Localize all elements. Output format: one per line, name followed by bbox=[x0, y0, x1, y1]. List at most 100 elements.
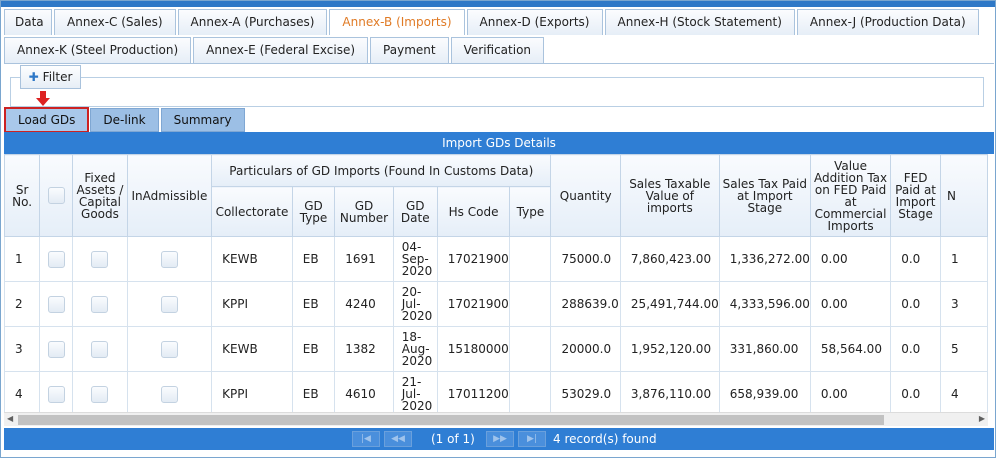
horizontal-scrollbar[interactable]: ◀ ▶ bbox=[4, 412, 988, 426]
tab-payment[interactable]: Payment bbox=[370, 37, 449, 63]
cell-type bbox=[509, 281, 552, 327]
inadmissible-cell bbox=[126, 236, 213, 282]
inadmissible-cell bbox=[126, 371, 213, 412]
cell-quantity: 20000.0 bbox=[550, 326, 621, 372]
col-select-all[interactable] bbox=[39, 154, 74, 237]
row-select-cell bbox=[39, 371, 74, 412]
tab-data[interactable]: Data bbox=[4, 9, 52, 35]
next-page-button[interactable]: ▶▶ bbox=[486, 431, 514, 447]
cell-last: 5 bbox=[939, 326, 988, 372]
scroll-right-icon[interactable]: ▶ bbox=[979, 414, 985, 423]
cell-collectorate: KPPI bbox=[211, 281, 293, 327]
cell-collectorate: KPPI bbox=[211, 371, 293, 412]
fixed-assets-checkbox[interactable] bbox=[91, 340, 109, 358]
tab-annex-b[interactable]: Annex-B (Imports) bbox=[329, 9, 465, 35]
cell-vat: 58,564.00 bbox=[809, 326, 892, 372]
inadmissible-checkbox[interactable] bbox=[160, 385, 178, 403]
row-select-cell bbox=[39, 236, 74, 282]
tabs-row-2: Annex-K (Steel Production) Annex-E (Fede… bbox=[4, 37, 546, 63]
tabs-row-1: Data Annex-C (Sales) Annex-A (Purchases)… bbox=[4, 9, 981, 35]
cell-sales-taxable: 7,860,423.00 bbox=[619, 236, 720, 282]
cell-type bbox=[509, 236, 552, 282]
col-fed-paid: FED Paid at Import Stage bbox=[890, 154, 941, 237]
tab-annex-a[interactable]: Annex-A (Purchases) bbox=[177, 9, 328, 35]
cell-quantity: 288639.0 bbox=[550, 281, 621, 327]
cell-quantity: 75000.0 bbox=[550, 236, 621, 282]
inadmissible-cell bbox=[126, 281, 213, 327]
tab-annex-k[interactable]: Annex-K (Steel Production) bbox=[4, 37, 192, 63]
inadmissible-cell bbox=[126, 326, 213, 372]
cell-gd-type: EB bbox=[291, 236, 336, 282]
paginator: |◀ ◀◀ (1 of 1) ▶▶ ▶| 4 record(s) found bbox=[4, 428, 994, 450]
col-hs-code: Hs Code bbox=[436, 186, 511, 237]
tab-annex-h[interactable]: Annex-H (Stock Statement) bbox=[604, 9, 795, 35]
fixed-assets-checkbox[interactable] bbox=[91, 385, 109, 403]
tab-annex-c[interactable]: Annex-C (Sales) bbox=[54, 9, 176, 35]
col-fixed-assets: Fixed Assets / Capital Goods bbox=[72, 154, 128, 237]
cell-hs-code: 15180000 bbox=[436, 326, 511, 372]
tab-annex-j[interactable]: Annex-J (Production Data) bbox=[796, 9, 979, 35]
scrollbar-thumb[interactable] bbox=[18, 415, 884, 425]
cell-gd-date: 21- Jul- 2020 bbox=[392, 371, 438, 412]
cell-quantity: 53029.0 bbox=[550, 371, 621, 412]
table-row[interactable]: 1 KEWB EB 1691 04- Sep- 2020 17021900 75000.0 7,8… bbox=[4, 236, 988, 282]
table-row[interactable]: 3 KEWB EB 1382 18- Aug- 2020 15180000 20000.0 1,9… bbox=[4, 326, 988, 372]
prev-page-button[interactable]: ◀◀ bbox=[384, 431, 412, 447]
table-row[interactable]: 4 KPPI EB 4610 21- Jul- 2020 17011200 53029.0 3,8… bbox=[4, 371, 988, 412]
col-sales-taxable: Sales Taxable Value of imports bbox=[619, 154, 720, 237]
cell-collectorate: KEWB bbox=[211, 236, 293, 282]
filter-button[interactable]: ✚ Filter bbox=[20, 65, 81, 89]
filter-panel bbox=[10, 77, 984, 107]
col-sr-no: Sr No. bbox=[4, 154, 41, 237]
inadmissible-checkbox[interactable] bbox=[160, 295, 178, 313]
scroll-left-icon[interactable]: ◀ bbox=[7, 414, 13, 423]
sub-tabs: Load GDs De-link Summary bbox=[3, 107, 247, 133]
first-page-button[interactable]: |◀ bbox=[352, 431, 380, 447]
table-row[interactable]: 2 KPPI EB 4240 20- Jul- 2020 17021900 288639.0 25… bbox=[4, 281, 988, 327]
cell-gd-type: EB bbox=[291, 326, 336, 372]
inadmissible-checkbox[interactable] bbox=[160, 250, 178, 268]
cell-sales-tax: 658,939.00 bbox=[718, 371, 811, 412]
col-collectorate: Collectorate bbox=[211, 186, 293, 237]
row-select-cell bbox=[39, 281, 74, 327]
row-select-checkbox[interactable] bbox=[47, 385, 65, 403]
cell-hs-code: 17011200 bbox=[436, 371, 511, 412]
tabs-divider bbox=[4, 63, 994, 64]
cell-sr: 4 bbox=[4, 371, 41, 412]
cell-last: 1 bbox=[939, 236, 988, 282]
red-arrow-down-icon bbox=[36, 91, 50, 106]
cell-hs-code: 17021900 bbox=[436, 236, 511, 282]
fixed-assets-cell bbox=[72, 236, 128, 282]
record-count: 4 record(s) found bbox=[553, 432, 657, 446]
cell-sales-taxable: 3,876,110.00 bbox=[619, 371, 720, 412]
cell-sales-taxable: 25,491,744.00 bbox=[619, 281, 720, 327]
col-gd-type: GD Type bbox=[291, 186, 336, 237]
last-page-button[interactable]: ▶| bbox=[518, 431, 546, 447]
summary-button[interactable]: Summary bbox=[160, 108, 245, 132]
cell-sales-tax: 1,336,272.00 bbox=[718, 236, 811, 282]
cell-gd-type: EB bbox=[291, 371, 336, 412]
fixed-assets-checkbox[interactable] bbox=[91, 250, 109, 268]
cell-gd-date: 04- Sep- 2020 bbox=[392, 236, 438, 282]
row-select-checkbox[interactable] bbox=[47, 340, 65, 358]
plus-icon: ✚ bbox=[28, 70, 39, 84]
inadmissible-checkbox[interactable] bbox=[160, 340, 178, 358]
row-select-checkbox[interactable] bbox=[47, 295, 65, 313]
tab-verification[interactable]: Verification bbox=[450, 37, 545, 63]
col-value-addition-tax: Value Addition Tax on FED Paid at Commer… bbox=[809, 154, 892, 237]
row-select-checkbox[interactable] bbox=[47, 250, 65, 268]
cell-collectorate: KEWB bbox=[211, 326, 293, 372]
cell-gd-number: 4240 bbox=[334, 281, 394, 327]
select-all-checkbox[interactable] bbox=[47, 187, 65, 204]
tab-annex-e[interactable]: Annex-E (Federal Excise) bbox=[193, 37, 369, 63]
delink-button[interactable]: De-link bbox=[90, 108, 159, 132]
cell-sales-taxable: 1,952,120.00 bbox=[619, 326, 720, 372]
cell-sales-tax: 4,333,596.00 bbox=[718, 281, 811, 327]
fixed-assets-checkbox[interactable] bbox=[91, 295, 109, 313]
col-sales-tax: Sales Tax Paid at Import Stage bbox=[718, 154, 811, 237]
tab-annex-d[interactable]: Annex-D (Exports) bbox=[466, 9, 603, 35]
cell-fed: 0.0 bbox=[890, 281, 941, 327]
load-gds-button[interactable]: Load GDs bbox=[3, 107, 90, 133]
top-strip bbox=[1, 1, 995, 7]
cell-vat: 0.00 bbox=[809, 371, 892, 412]
